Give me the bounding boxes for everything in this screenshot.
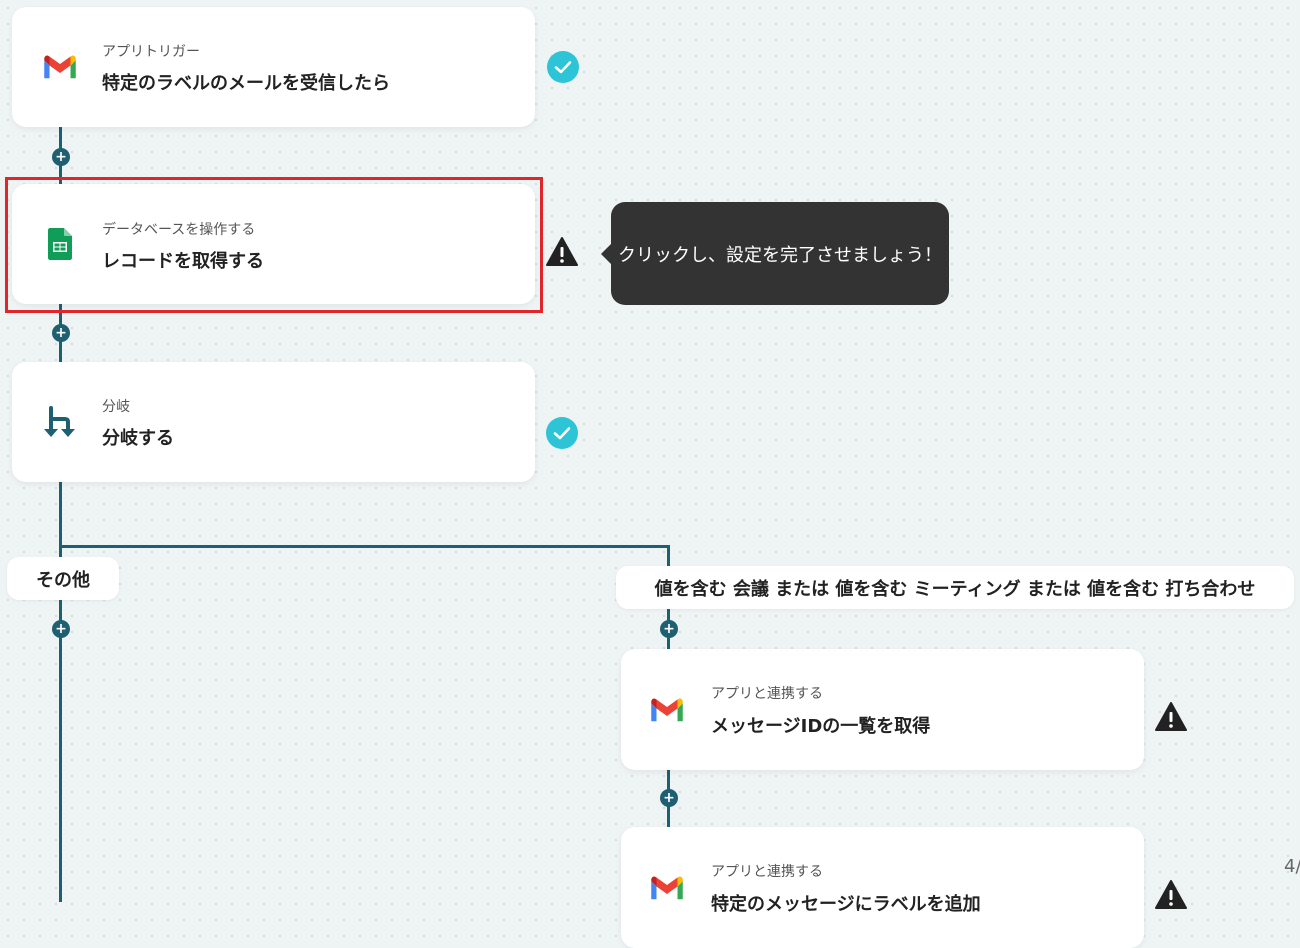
check-circle-icon — [547, 51, 579, 83]
add-step-button[interactable]: + — [660, 620, 678, 638]
step-card-get-record[interactable]: データベースを操作する レコードを取得する — [12, 184, 535, 304]
step-category: アプリと連携する — [711, 686, 823, 702]
check-circle-icon — [546, 417, 578, 449]
step-title: 特定のラベルのメールを受信したら — [102, 73, 390, 94]
step-category: 分岐 — [102, 399, 130, 415]
step-category: アプリトリガー — [102, 44, 200, 60]
connector-line-branch-horizontal — [59, 545, 670, 548]
step-card-get-message-ids[interactable]: アプリと連携する メッセージIDの一覧を取得 — [621, 649, 1144, 770]
add-step-button[interactable]: + — [52, 148, 70, 166]
warning-icon — [546, 237, 578, 266]
step-title: 特定のメッセージにラベルを追加 — [711, 894, 981, 915]
gmail-icon — [44, 55, 76, 79]
gmail-icon — [651, 698, 683, 721]
branch-label-other[interactable]: その他 — [7, 557, 119, 600]
setup-tooltip: クリックし、設定を完了させましょう！ — [601, 202, 949, 305]
add-step-button[interactable]: + — [660, 789, 678, 807]
branch-label-condition[interactable]: 値を含む 会議 または 値を含む ミーティング または 値を含む 打ち合わせ — [616, 566, 1294, 609]
branch-icon — [44, 406, 75, 437]
step-title: レコードを取得する — [102, 251, 264, 272]
gmail-icon — [651, 876, 683, 899]
google-sheets-icon — [48, 228, 72, 260]
tooltip-arrow — [601, 243, 611, 264]
add-step-button[interactable]: + — [52, 620, 70, 638]
warning-icon — [1155, 880, 1187, 909]
step-title: メッセージIDの一覧を取得 — [711, 716, 931, 737]
warning-icon — [1155, 702, 1187, 731]
step-card-trigger[interactable]: アプリトリガー 特定のラベルのメールを受信したら — [12, 7, 535, 127]
page-indicator: 4/ — [1284, 856, 1300, 877]
step-card-branch[interactable]: 分岐 分岐する — [12, 362, 535, 482]
add-step-button[interactable]: + — [52, 324, 70, 342]
step-title: 分岐する — [102, 428, 174, 449]
step-category: アプリと連携する — [711, 864, 823, 880]
step-card-add-label[interactable]: アプリと連携する 特定のメッセージにラベルを追加 — [621, 827, 1144, 948]
step-category: データベースを操作する — [102, 222, 256, 238]
tooltip-text: クリックし、設定を完了させましょう！ — [618, 244, 942, 266]
